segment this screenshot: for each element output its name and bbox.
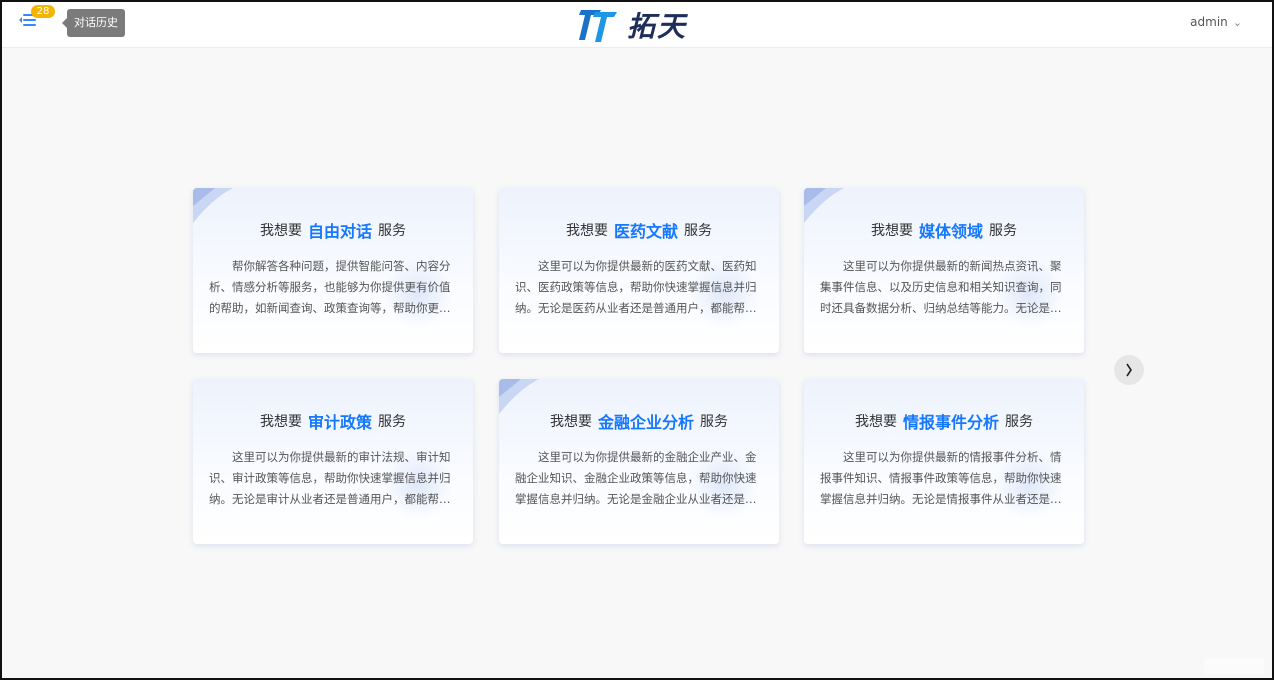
user-name: admin [1190,15,1228,29]
next-page-button[interactable] [1114,355,1144,385]
service-card-intelligence-analysis[interactable]: 我想要 情报事件分析 服务 这里可以为你提供最新的情报事件分析、情报事件知识、情报事… [804,379,1084,544]
card-title: 我想要 情报事件分析 服务 [804,409,1084,433]
card-title-suffix: 服务 [989,223,1017,239]
card-description: 这里可以为你提供最新的新闻热点资讯、聚集事件信息、以及历史信息和相关知识查询，同… [820,259,1062,315]
corner-decoration [1204,658,1264,674]
card-title-prefix: 我想要 [549,414,592,430]
card-title-prefix: 我想要 [565,223,608,239]
chevron-down-icon: ⌄ [1232,16,1242,29]
card-description: 这里可以为你提供最新的医药文献、医药知识、医药政策等信息，帮助你快速掌握信息并归… [515,259,757,315]
card-description: 帮你解答各种问题，提供智能问答、内容分析、情感分析等服务，也能够为你提供更有价值… [209,259,451,315]
service-card-financial-analysis[interactable]: 我想要 金融企业分析 服务 这里可以为你提供最新的金融企业产业、金融企业知识、金融企… [499,379,779,544]
card-title-prefix: 我想要 [259,414,302,430]
user-menu[interactable]: admin ⌄ [1190,15,1242,29]
card-keyword: 审计政策 [307,413,372,432]
card-title-suffix: 服务 [700,414,728,430]
card-title-suffix: 服务 [684,223,712,239]
chevron-right-icon [1126,363,1132,377]
card-title: 我想要 金融企业分析 服务 [499,409,779,433]
service-card-audit-policy[interactable]: 我想要 审计政策 服务 这里可以为你提供最新的审计法规、审计知识、审计政策等信息，帮… [193,379,473,544]
top-header: 28 对话历史 拓天 admin ⌄ [2,2,1272,48]
history-tooltip: 对话历史 [62,9,125,37]
card-keyword: 媒体领域 [918,222,983,241]
card-title-prefix: 我想要 [870,223,913,239]
card-title-suffix: 服务 [378,223,406,239]
card-keyword: 金融企业分析 [597,413,694,432]
service-card-free-chat[interactable]: 我想要 自由对话 服务 帮你解答各种问题，提供智能问答、内容分析、情感分析等服务，也… [193,188,473,353]
logo-text: 拓天 [627,10,688,43]
history-count-badge: 28 [31,5,55,18]
service-card-medical-literature[interactable]: 我想要 医药文献 服务 这里可以为你提供最新的医药文献、医药知识、医药政策等信息，帮… [499,188,779,353]
brand-logo: 拓天 [579,6,687,44]
card-description: 这里可以为你提供最新的审计法规、审计知识、审计政策等信息，帮助你快速掌握信息并归… [209,450,451,506]
card-title: 我想要 医药文献 服务 [499,218,779,242]
app-window: 28 对话历史 拓天 admin ⌄ 我想要 自由对话 服务 帮你解答各种问题，提供智… [0,0,1274,680]
logo-mark-icon [579,10,617,42]
card-keyword: 情报事件分析 [902,413,999,432]
card-title: 我想要 审计政策 服务 [193,409,473,433]
card-title-suffix: 服务 [1005,414,1033,430]
card-description: 这里可以为你提供最新的情报事件分析、情报事件知识、情报事件政策等信息，帮助你快速… [820,450,1062,506]
card-title: 我想要 媒体领域 服务 [804,218,1084,242]
card-title-prefix: 我想要 [259,223,302,239]
card-title-suffix: 服务 [378,414,406,430]
card-title: 我想要 自由对话 服务 [193,218,473,242]
service-card-media[interactable]: 我想要 媒体领域 服务 这里可以为你提供最新的新闻热点资讯、聚集事件信息、以及历史信… [804,188,1084,353]
card-title-prefix: 我想要 [854,414,897,430]
card-description: 这里可以为你提供最新的金融企业产业、金融企业知识、金融企业政策等信息，帮助你快速… [515,450,757,506]
card-keyword: 医药文献 [613,222,678,241]
card-keyword: 自由对话 [307,222,372,241]
